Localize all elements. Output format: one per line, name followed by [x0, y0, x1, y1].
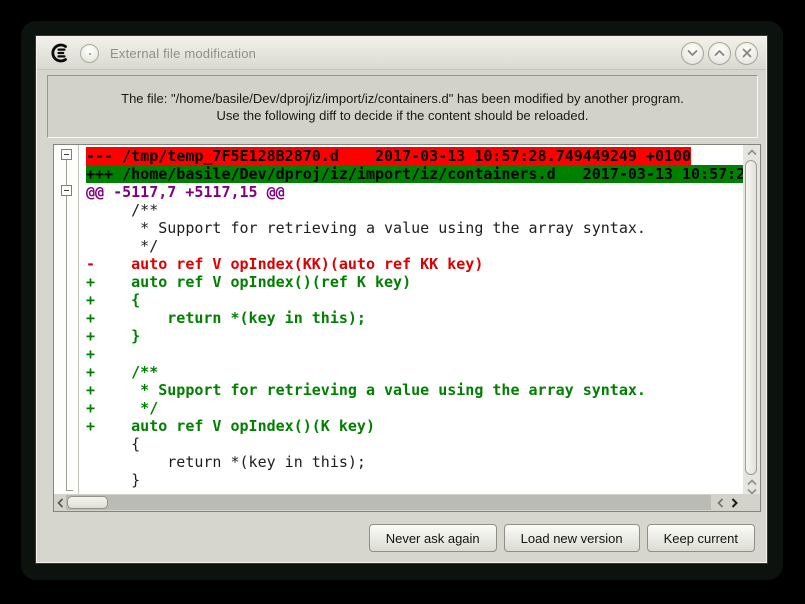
scrollbar-corner [743, 494, 760, 511]
load-new-version-button[interactable]: Load new version [504, 524, 640, 552]
diff-line: @@ -5117,7 +5117,15 @@ [86, 183, 743, 201]
window-menu-button[interactable] [80, 44, 99, 63]
diff-line: --- /tmp/temp_7F5E128B2870.d 2017-03-13 … [86, 147, 743, 165]
close-icon [742, 48, 752, 58]
fold-marker-file[interactable] [61, 149, 72, 160]
diff-line: */ [86, 237, 743, 255]
vertical-scrollbar[interactable] [743, 145, 760, 494]
chevron-up-icon [714, 49, 725, 57]
dialog-window: External file modification The file: "/h… [36, 36, 767, 563]
never-ask-again-button[interactable]: Never ask again [369, 524, 497, 552]
diff-line: +++ /home/basile/Dev/dproj/iz/import/iz/… [86, 165, 743, 183]
scroll-up-button[interactable] [743, 147, 760, 157]
fold-gutter [54, 145, 79, 494]
chevron-down-icon [687, 49, 698, 57]
diff-line: { [86, 435, 743, 453]
diff-line: + /** [86, 363, 743, 381]
message-panel: The file: "/home/basile/Dev/dproj/iz/imp… [47, 75, 758, 138]
keep-current-button[interactable]: Keep current [647, 524, 755, 552]
horizontal-scrollbar-track[interactable] [66, 495, 711, 510]
window-controls [681, 42, 758, 65]
message-line-2: Use the following diff to decide if the … [217, 107, 589, 124]
scroll-right-button[interactable] [729, 494, 739, 511]
titlebar[interactable]: External file modification [37, 37, 766, 70]
diff-line: + [86, 345, 743, 363]
diff-line: return *(key in this); [86, 453, 743, 471]
maximize-button[interactable] [708, 42, 731, 65]
message-line-1: The file: "/home/basile/Dev/dproj/iz/imp… [121, 90, 684, 107]
window-title: External file modification [110, 46, 256, 61]
horizontal-scrollbar-thumb[interactable] [67, 496, 108, 509]
scroll-left-button-2[interactable] [715, 494, 725, 511]
diff-line: + */ [86, 399, 743, 417]
diff-editor[interactable]: --- /tmp/temp_7F5E128B2870.d 2017-03-13 … [53, 144, 761, 512]
diff-lines[interactable]: --- /tmp/temp_7F5E128B2870.d 2017-03-13 … [80, 145, 743, 494]
diff-line: + } [86, 327, 743, 345]
diff-line: - auto ref V opIndex(KK)(auto ref KK key… [86, 255, 743, 273]
app-icon [49, 42, 71, 64]
vertical-scrollbar-thumb[interactable] [745, 160, 757, 475]
close-button[interactable] [735, 42, 758, 65]
button-row: Never ask again Load new version Keep cu… [369, 524, 755, 552]
fold-tree-end [66, 490, 73, 491]
diff-line: + return *(key in this); [86, 309, 743, 327]
diff-line: * Support for retrieving a value using t… [86, 219, 743, 237]
minimize-button[interactable] [681, 42, 704, 65]
diff-line: + auto ref V opIndex()(ref K key) [86, 273, 743, 291]
fold-tree-line [66, 160, 67, 490]
scroll-up-button-2[interactable] [743, 478, 760, 486]
diff-line: + auto ref V opIndex()(K key) [86, 417, 743, 435]
scroll-left-button[interactable] [55, 494, 65, 511]
diff-line: + * Support for retrieving a value using… [86, 381, 743, 399]
diff-line: + { [86, 291, 743, 309]
diff-line: } [86, 471, 743, 489]
fold-marker-hunk[interactable] [61, 185, 72, 196]
horizontal-scrollbar[interactable] [54, 494, 743, 511]
diff-line: /** [86, 201, 743, 219]
